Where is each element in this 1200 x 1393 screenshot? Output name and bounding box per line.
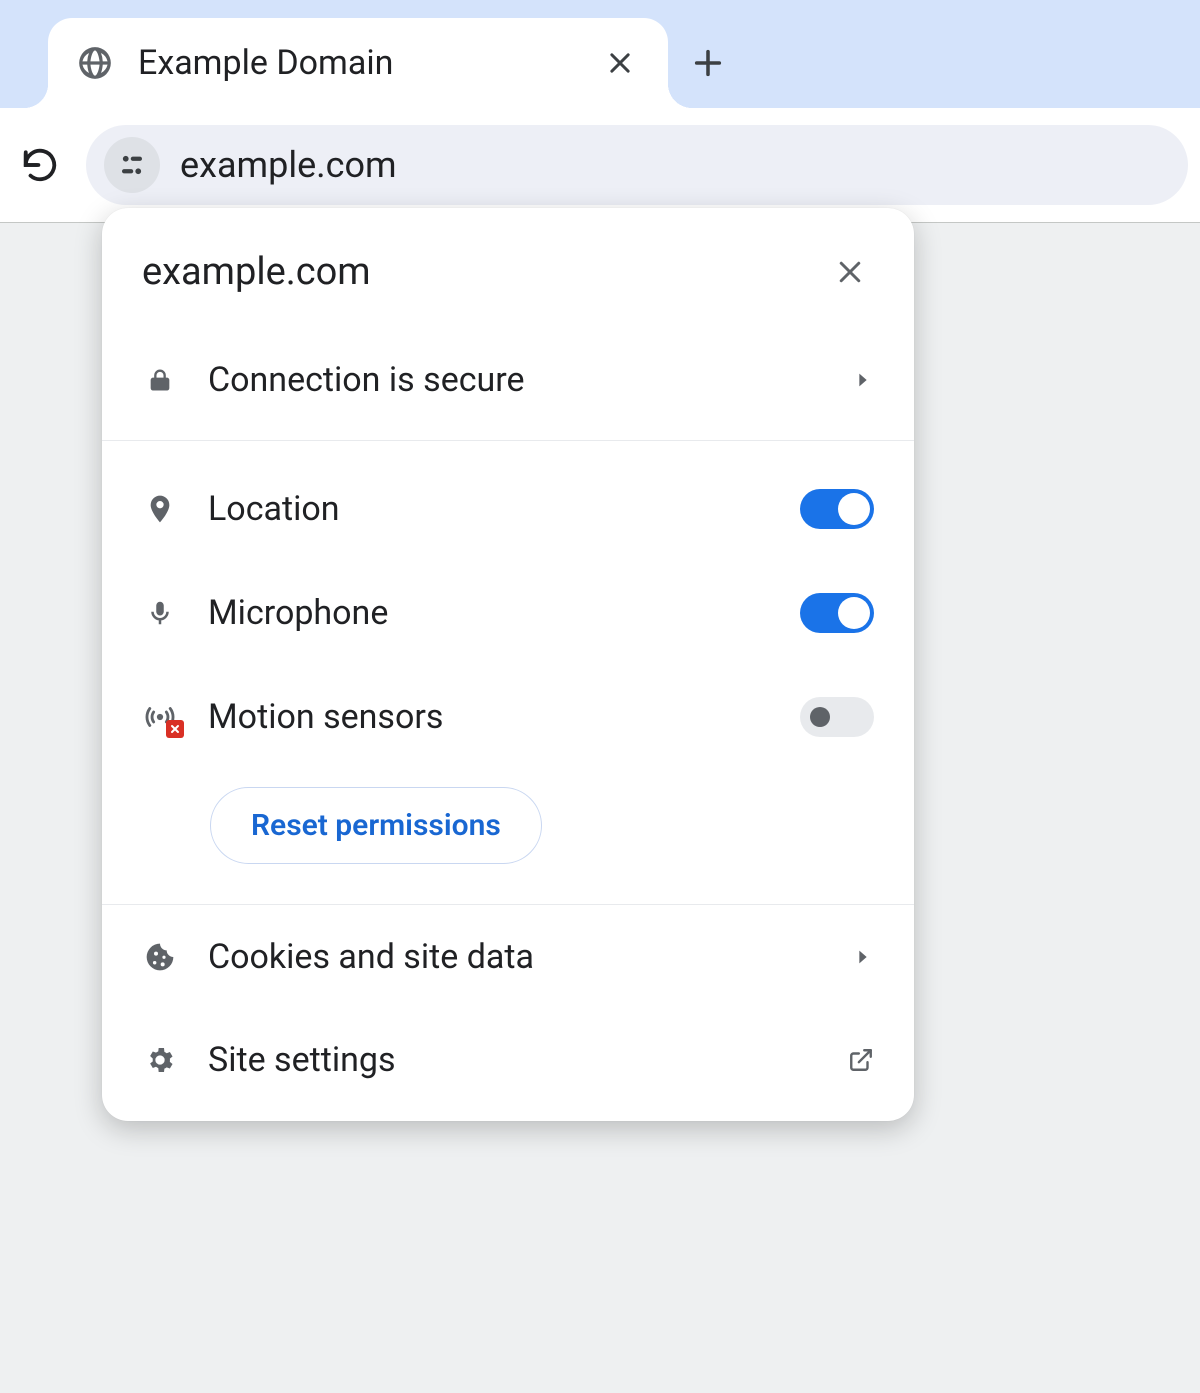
site-info-button[interactable] [104,137,160,193]
connection-secure-label: Connection is secure [208,360,822,400]
open-external-icon [848,1047,874,1073]
chevron-right-icon [852,946,874,968]
permission-row-location: Location [102,457,914,561]
browser-toolbar: example.com [0,108,1200,223]
blocked-badge-icon [166,720,184,738]
connection-secure-row[interactable]: Connection is secure [102,328,914,432]
microphone-icon [142,598,178,628]
chevron-right-icon [852,369,874,391]
reload-button[interactable] [12,137,68,193]
browser-tabstrip: Example Domain [0,0,1200,108]
permission-label: Motion sensors [208,697,770,737]
permission-label: Microphone [208,593,770,633]
reset-permissions-row: Reset permissions [102,769,914,904]
popup-close-button[interactable] [826,248,874,296]
site-info-popup: example.com Connection is secure Locatio… [102,208,914,1121]
location-pin-icon [142,493,178,525]
tab-title: Example Domain [138,43,576,83]
reset-permissions-button[interactable]: Reset permissions [210,787,542,864]
lock-icon [142,366,178,394]
motion-sensors-icon [142,700,178,734]
site-settings-row[interactable]: Site settings [102,1009,914,1121]
permission-toggle-microphone[interactable] [800,593,874,633]
popup-header: example.com [102,208,914,328]
address-bar[interactable]: example.com [86,125,1188,205]
tab-close-button[interactable] [600,43,640,83]
cookies-label: Cookies and site data [208,937,822,977]
site-settings-label: Site settings [208,1040,818,1080]
cookie-icon [142,941,178,973]
popup-site-title: example.com [142,250,371,294]
permission-row-microphone: Microphone [102,561,914,665]
permission-toggle-motion-sensors[interactable] [800,697,874,737]
browser-tab[interactable]: Example Domain [48,18,668,108]
gear-icon [142,1044,178,1076]
url-text: example.com [180,144,397,186]
globe-icon [76,44,114,82]
permission-toggle-location[interactable] [800,489,874,529]
permission-label: Location [208,489,770,529]
cookies-row[interactable]: Cookies and site data [102,905,914,1009]
permission-row-motion-sensors: Motion sensors [102,665,914,769]
